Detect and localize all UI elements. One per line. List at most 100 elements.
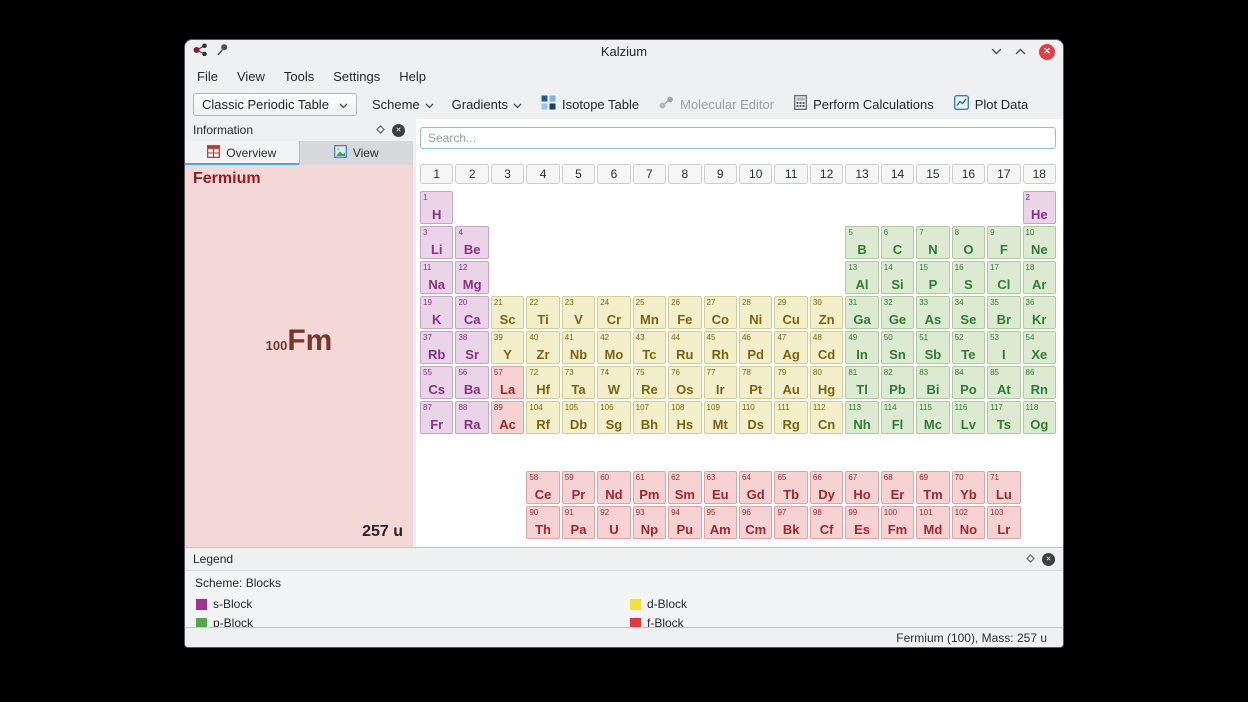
tab-overview[interactable]: Overview	[185, 141, 300, 165]
menu-settings[interactable]: Settings	[333, 69, 380, 84]
element-Hg[interactable]: 80Hg	[810, 366, 843, 399]
element-Cr[interactable]: 24Cr	[597, 296, 630, 329]
element-Sc[interactable]: 21Sc	[491, 296, 524, 329]
element-Np[interactable]: 93Np	[633, 506, 666, 539]
element-Br[interactable]: 35Br	[987, 296, 1020, 329]
titlebar[interactable]: Kalzium ✕	[185, 40, 1063, 63]
element-Lv[interactable]: 116Lv	[952, 401, 985, 434]
element-Hs[interactable]: 108Hs	[668, 401, 701, 434]
element-Fl[interactable]: 114Fl	[881, 401, 914, 434]
element-Se[interactable]: 34Se	[952, 296, 985, 329]
element-Ra[interactable]: 88Ra	[455, 401, 488, 434]
element-C[interactable]: 6C	[881, 226, 914, 259]
element-Pr[interactable]: 59Pr	[562, 471, 595, 504]
element-Ho[interactable]: 67Ho	[845, 471, 878, 504]
element-Ar[interactable]: 18Ar	[1023, 261, 1056, 294]
element-N[interactable]: 7N	[916, 226, 949, 259]
element-Cu[interactable]: 29Cu	[774, 296, 807, 329]
element-V[interactable]: 23V	[562, 296, 595, 329]
element-P[interactable]: 15P	[916, 261, 949, 294]
element-Ir[interactable]: 77Ir	[704, 366, 737, 399]
element-Nh[interactable]: 113Nh	[845, 401, 878, 434]
element-B[interactable]: 5B	[845, 226, 878, 259]
element-Eu[interactable]: 63Eu	[704, 471, 737, 504]
search-input[interactable]	[420, 127, 1056, 149]
element-Ac[interactable]: 89Ac	[491, 401, 524, 434]
element-Hf[interactable]: 72Hf	[526, 366, 559, 399]
element-Kr[interactable]: 36Kr	[1023, 296, 1056, 329]
element-O[interactable]: 8O	[952, 226, 985, 259]
element-Na[interactable]: 11Na	[420, 261, 453, 294]
element-Cl[interactable]: 17Cl	[987, 261, 1020, 294]
element-He[interactable]: 2He	[1023, 191, 1056, 224]
pin-icon[interactable]	[216, 43, 229, 61]
element-Be[interactable]: 4Be	[455, 226, 488, 259]
element-Ca[interactable]: 20Ca	[455, 296, 488, 329]
element-Mt[interactable]: 109Mt	[704, 401, 737, 434]
element-Ts[interactable]: 117Ts	[987, 401, 1020, 434]
element-Mc[interactable]: 115Mc	[916, 401, 949, 434]
element-Er[interactable]: 68Er	[881, 471, 914, 504]
scheme-button[interactable]: Scheme	[369, 95, 437, 114]
element-Gd[interactable]: 64Gd	[739, 471, 772, 504]
element-Fm[interactable]: 100Fm	[881, 506, 914, 539]
menu-help[interactable]: Help	[399, 69, 426, 84]
element-Th[interactable]: 90Th	[526, 506, 559, 539]
element-H[interactable]: 1H	[420, 191, 453, 224]
element-Nb[interactable]: 41Nb	[562, 331, 595, 364]
menu-view[interactable]: View	[237, 69, 265, 84]
element-Rn[interactable]: 86Rn	[1023, 366, 1056, 399]
element-Sr[interactable]: 38Sr	[455, 331, 488, 364]
element-Re[interactable]: 75Re	[633, 366, 666, 399]
element-Pt[interactable]: 78Pt	[739, 366, 772, 399]
element-Cn[interactable]: 112Cn	[810, 401, 843, 434]
element-Pa[interactable]: 91Pa	[562, 506, 595, 539]
element-Cd[interactable]: 48Cd	[810, 331, 843, 364]
element-Am[interactable]: 95Am	[704, 506, 737, 539]
element-Nd[interactable]: 60Nd	[597, 471, 630, 504]
element-As[interactable]: 33As	[916, 296, 949, 329]
element-Rf[interactable]: 104Rf	[526, 401, 559, 434]
element-I[interactable]: 53I	[987, 331, 1020, 364]
element-Md[interactable]: 101Md	[916, 506, 949, 539]
close-button[interactable]: ✕	[1039, 44, 1055, 60]
element-Mn[interactable]: 25Mn	[633, 296, 666, 329]
element-Y[interactable]: 39Y	[491, 331, 524, 364]
element-At[interactable]: 85At	[987, 366, 1020, 399]
table-type-select[interactable]: Classic Periodic Table	[193, 93, 357, 116]
element-Au[interactable]: 79Au	[774, 366, 807, 399]
element-Pu[interactable]: 94Pu	[668, 506, 701, 539]
float-panel-icon[interactable]	[1026, 552, 1035, 566]
element-Cf[interactable]: 98Cf	[810, 506, 843, 539]
element-Tl[interactable]: 81Tl	[845, 366, 878, 399]
element-Zn[interactable]: 30Zn	[810, 296, 843, 329]
element-Te[interactable]: 52Te	[952, 331, 985, 364]
element-Sn[interactable]: 50Sn	[881, 331, 914, 364]
element-Og[interactable]: 118Og	[1023, 401, 1056, 434]
element-Al[interactable]: 13Al	[845, 261, 878, 294]
element-Sb[interactable]: 51Sb	[916, 331, 949, 364]
element-Sm[interactable]: 62Sm	[668, 471, 701, 504]
element-Tb[interactable]: 65Tb	[774, 471, 807, 504]
element-Ta[interactable]: 73Ta	[562, 366, 595, 399]
element-Li[interactable]: 3Li	[420, 226, 453, 259]
element-Ru[interactable]: 44Ru	[668, 331, 701, 364]
element-Rh[interactable]: 45Rh	[704, 331, 737, 364]
element-W[interactable]: 74W	[597, 366, 630, 399]
element-Dy[interactable]: 66Dy	[810, 471, 843, 504]
element-Cm[interactable]: 96Cm	[739, 506, 772, 539]
element-Yb[interactable]: 70Yb	[952, 471, 985, 504]
element-Lr[interactable]: 103Lr	[987, 506, 1020, 539]
element-Tc[interactable]: 43Tc	[633, 331, 666, 364]
element-Mg[interactable]: 12Mg	[455, 261, 488, 294]
element-Es[interactable]: 99Es	[845, 506, 878, 539]
tab-view[interactable]: View	[300, 141, 414, 165]
element-Bk[interactable]: 97Bk	[774, 506, 807, 539]
element-F[interactable]: 9F	[987, 226, 1020, 259]
element-La[interactable]: 57La	[491, 366, 524, 399]
element-Ds[interactable]: 110Ds	[739, 401, 772, 434]
element-No[interactable]: 102No	[952, 506, 985, 539]
shade-button[interactable]	[991, 48, 1002, 55]
element-Sg[interactable]: 106Sg	[597, 401, 630, 434]
element-Xe[interactable]: 54Xe	[1023, 331, 1056, 364]
